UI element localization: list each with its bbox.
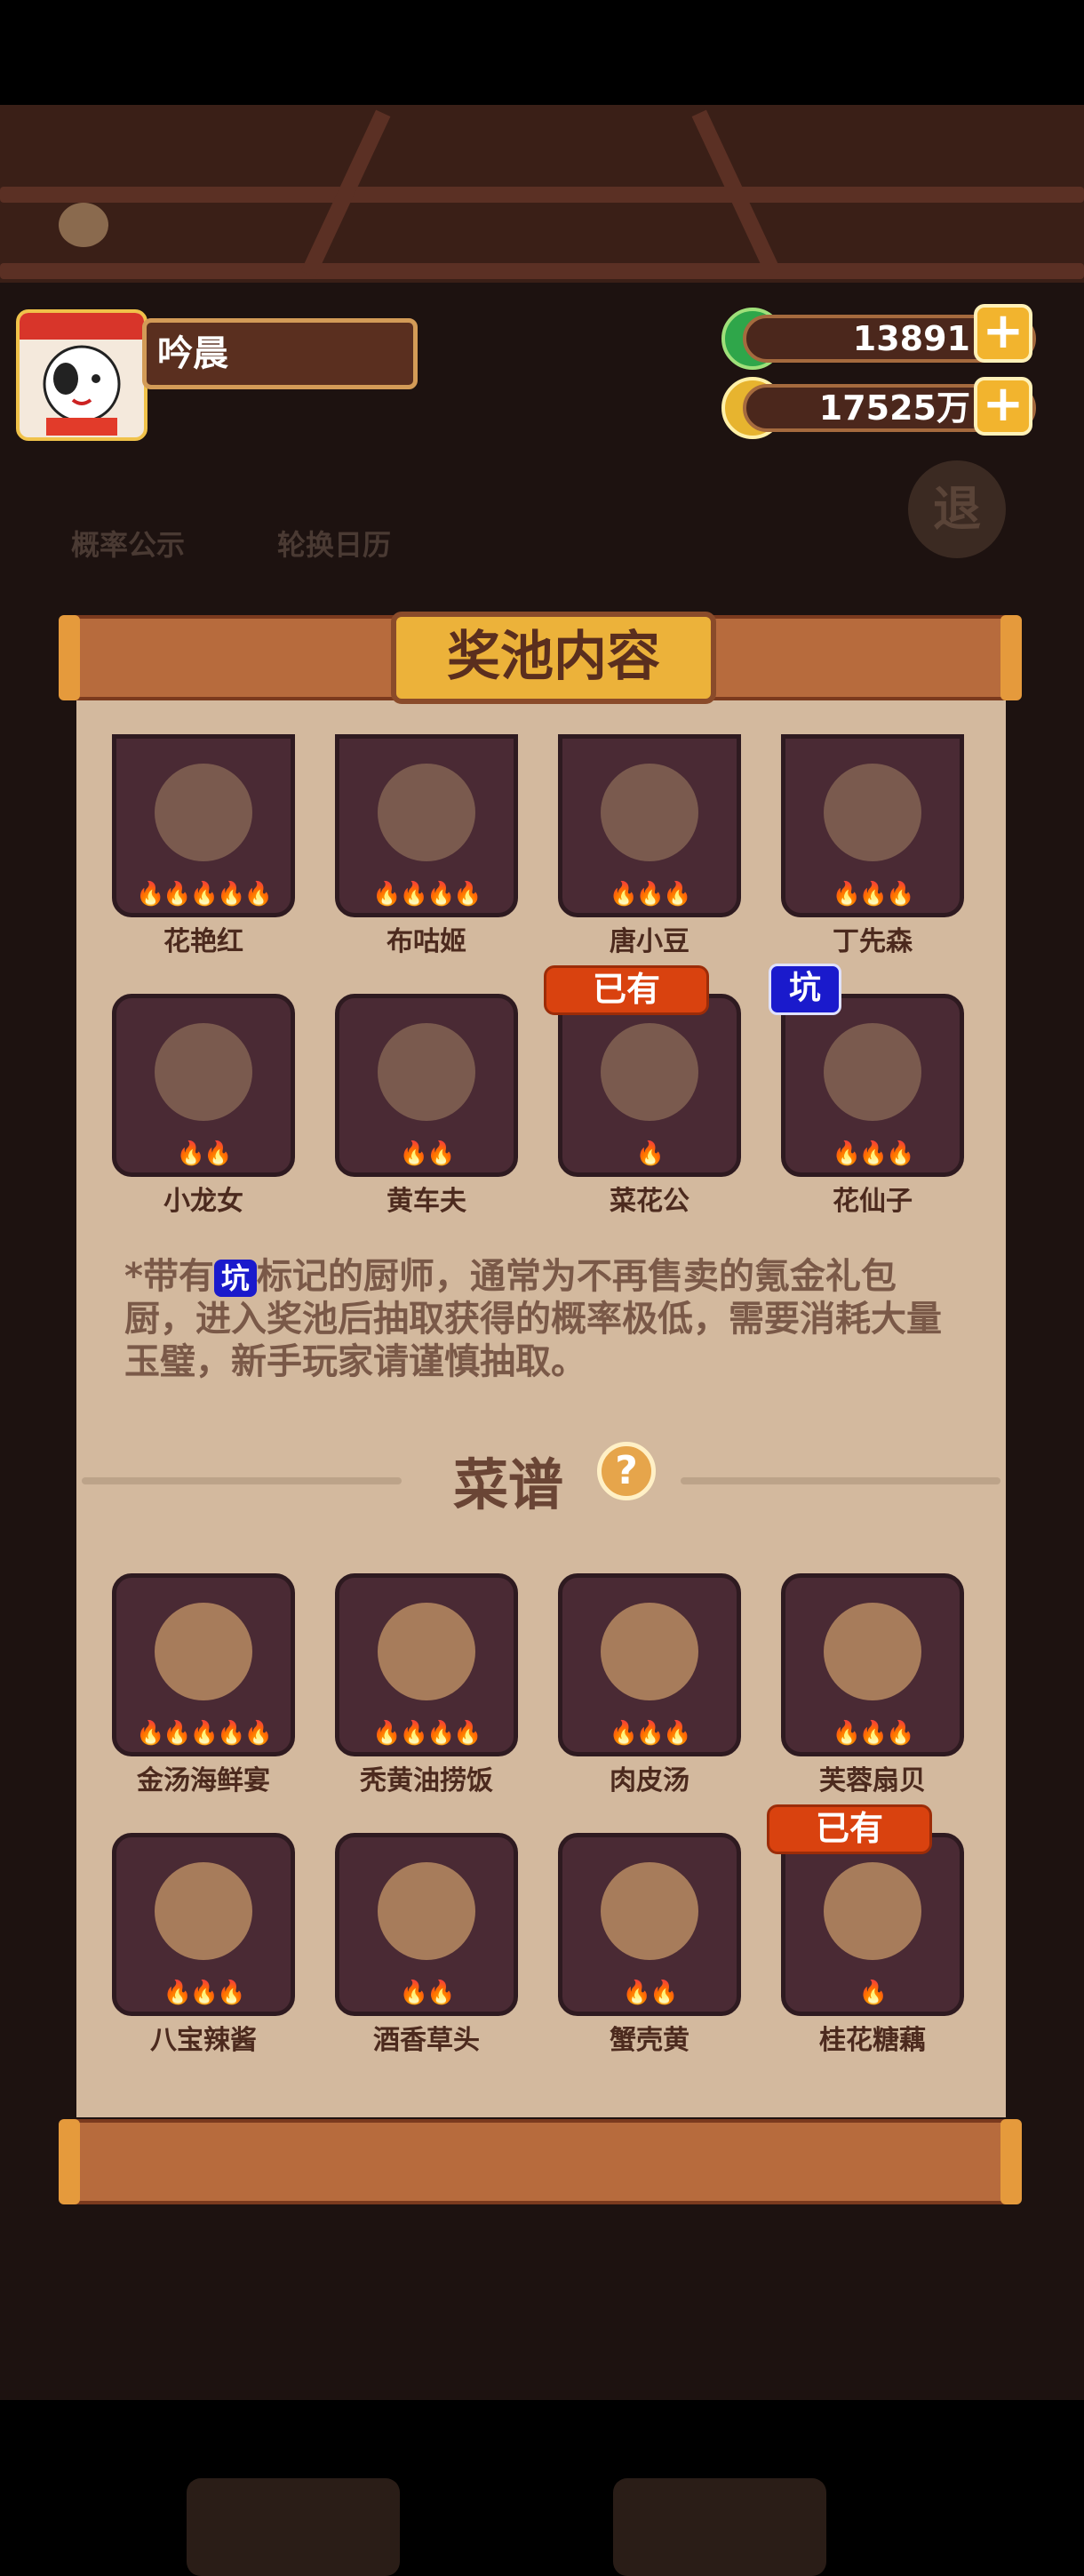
chef-name: 布咕姬 <box>387 926 466 957</box>
rarity-flames-icon: 🔥🔥🔥🔥 <box>372 881 482 908</box>
recipe-card[interactable]: 🔥 <box>781 1833 964 2016</box>
recipe-name: 桂花糖藕 <box>819 2025 926 2056</box>
player-avatar[interactable] <box>16 309 147 441</box>
recipe-card[interactable]: 🔥🔥🔥🔥🔥 <box>112 1573 295 1756</box>
chef-name: 花仙子 <box>833 1186 913 1217</box>
dish-image <box>155 1603 252 1700</box>
rarity-flames-icon: 🔥 <box>635 1140 665 1167</box>
calendar-label: 轮换日历 <box>277 528 392 562</box>
chef-portrait <box>601 1023 698 1121</box>
chef-card[interactable]: 🔥🔥🔥🔥 <box>335 734 518 917</box>
rarity-flames-icon: 🔥🔥🔥 <box>832 1140 914 1167</box>
recipe-name: 蟹壳黄 <box>610 2025 689 2056</box>
dish-image <box>155 1862 252 1960</box>
single-draw-button-bg <box>187 2478 400 2576</box>
chef-name: 黄车夫 <box>387 1186 466 1217</box>
chef-portrait <box>824 1023 921 1121</box>
owned-badge: 已有 <box>767 1804 932 1854</box>
chef-card[interactable]: 🔥🔥🔥 <box>558 734 741 917</box>
rarity-flames-icon: 🔥🔥 <box>399 1980 456 2006</box>
scroll-bottom-roller <box>59 2119 1022 2204</box>
chef-portrait <box>378 1023 475 1121</box>
chef-card[interactable]: 🔥🔥🔥 <box>781 994 964 1177</box>
chef-card[interactable]: 🔥🔥 <box>112 994 295 1177</box>
player-name: 吟晨 <box>142 318 418 389</box>
panel-title: 奖池内容 <box>391 612 716 704</box>
chef-card[interactable]: 🔥🔥🔥🔥🔥 <box>112 734 295 917</box>
chef-name: 菜花公 <box>610 1186 689 1217</box>
pit-tag: 坑 <box>213 1260 257 1297</box>
divider-left <box>82 1477 402 1484</box>
add-coins-button[interactable]: + <box>974 377 1032 436</box>
rarity-flames-icon: 🔥🔥 <box>176 1140 233 1167</box>
chick-decoration <box>59 203 108 247</box>
rarity-flames-icon: 🔥 <box>858 1980 888 2006</box>
note-prefix: *带有 <box>124 1256 214 1297</box>
roof-beam <box>0 263 1084 279</box>
dish-image <box>824 1603 921 1700</box>
chef-card[interactable]: 🔥 <box>558 994 741 1177</box>
add-jade-button[interactable]: + <box>974 304 1032 363</box>
probability-label: 概率公示 <box>71 528 186 562</box>
chef-portrait <box>378 764 475 861</box>
recipe-card[interactable]: 🔥🔥🔥 <box>112 1833 295 2016</box>
rarity-flames-icon: 🔥🔥🔥🔥 <box>372 1720 482 1747</box>
chef-name: 唐小豆 <box>610 926 689 957</box>
chef-name: 小龙女 <box>163 1186 243 1217</box>
dish-image <box>824 1862 921 1960</box>
status-bar-area <box>0 0 1084 105</box>
chef-card[interactable]: 🔥🔥 <box>335 994 518 1177</box>
rarity-flames-icon: 🔥🔥 <box>622 1980 679 2006</box>
chef-portrait <box>824 764 921 861</box>
avatar-icon <box>20 313 144 436</box>
recipe-name: 金汤海鲜宴 <box>137 1765 270 1796</box>
dish-image <box>601 1862 698 1960</box>
recipes-title: 菜谱 <box>453 1452 564 1517</box>
recipe-name: 秃黄油捞饭 <box>360 1765 493 1796</box>
chef-card[interactable]: 🔥🔥🔥 <box>781 734 964 917</box>
chef-name: 花艳红 <box>163 926 243 957</box>
ten-draw-button-bg <box>613 2478 826 2576</box>
rarity-flames-icon: 🔥🔥🔥 <box>832 1720 914 1747</box>
dish-image <box>601 1603 698 1700</box>
recipe-name: 八宝辣酱 <box>150 2025 257 2056</box>
recipe-name: 酒香草头 <box>373 2025 480 2056</box>
rarity-flames-icon: 🔥🔥🔥 <box>832 881 914 908</box>
chef-portrait <box>155 764 252 861</box>
rarity-flames-icon: 🔥🔥 <box>399 1140 456 1167</box>
recipe-card[interactable]: 🔥🔥🔥 <box>558 1573 741 1756</box>
chef-name: 丁先森 <box>833 926 913 957</box>
chef-portrait <box>601 764 698 861</box>
recipes-help-button[interactable]: ? <box>597 1442 656 1500</box>
rarity-flames-icon: 🔥🔥🔥 <box>609 881 691 908</box>
chef-portrait <box>155 1023 252 1121</box>
rarity-flames-icon: 🔥🔥🔥🔥🔥 <box>136 881 273 908</box>
divider-right <box>681 1477 1000 1484</box>
roof-beam <box>0 187 1084 203</box>
pit-note: *带有坑标记的厨师，通常为不再售卖的氪金礼包厨，进入奖池后抽取获得的概率极低，需… <box>124 1255 960 1383</box>
pit-badge: 坑 <box>769 964 841 1015</box>
rarity-flames-icon: 🔥🔥🔥🔥🔥 <box>136 1720 273 1747</box>
rarity-flames-icon: 🔥🔥🔥 <box>609 1720 691 1747</box>
exit-button: 退 <box>908 460 1006 558</box>
recipe-name: 芙蓉扇贝 <box>819 1765 926 1796</box>
kitchen-wall <box>0 105 1084 283</box>
recipe-name: 肉皮汤 <box>610 1765 689 1796</box>
recipe-card[interactable]: 🔥🔥 <box>558 1833 741 2016</box>
recipe-card[interactable]: 🔥🔥🔥 <box>781 1573 964 1756</box>
dish-image <box>378 1603 475 1700</box>
rarity-flames-icon: 🔥🔥🔥 <box>163 1980 245 2006</box>
recipe-card[interactable]: 🔥🔥 <box>335 1833 518 2016</box>
recipe-card[interactable]: 🔥🔥🔥🔥 <box>335 1573 518 1756</box>
dish-image <box>378 1862 475 1960</box>
owned-badge: 已有 <box>544 965 709 1015</box>
